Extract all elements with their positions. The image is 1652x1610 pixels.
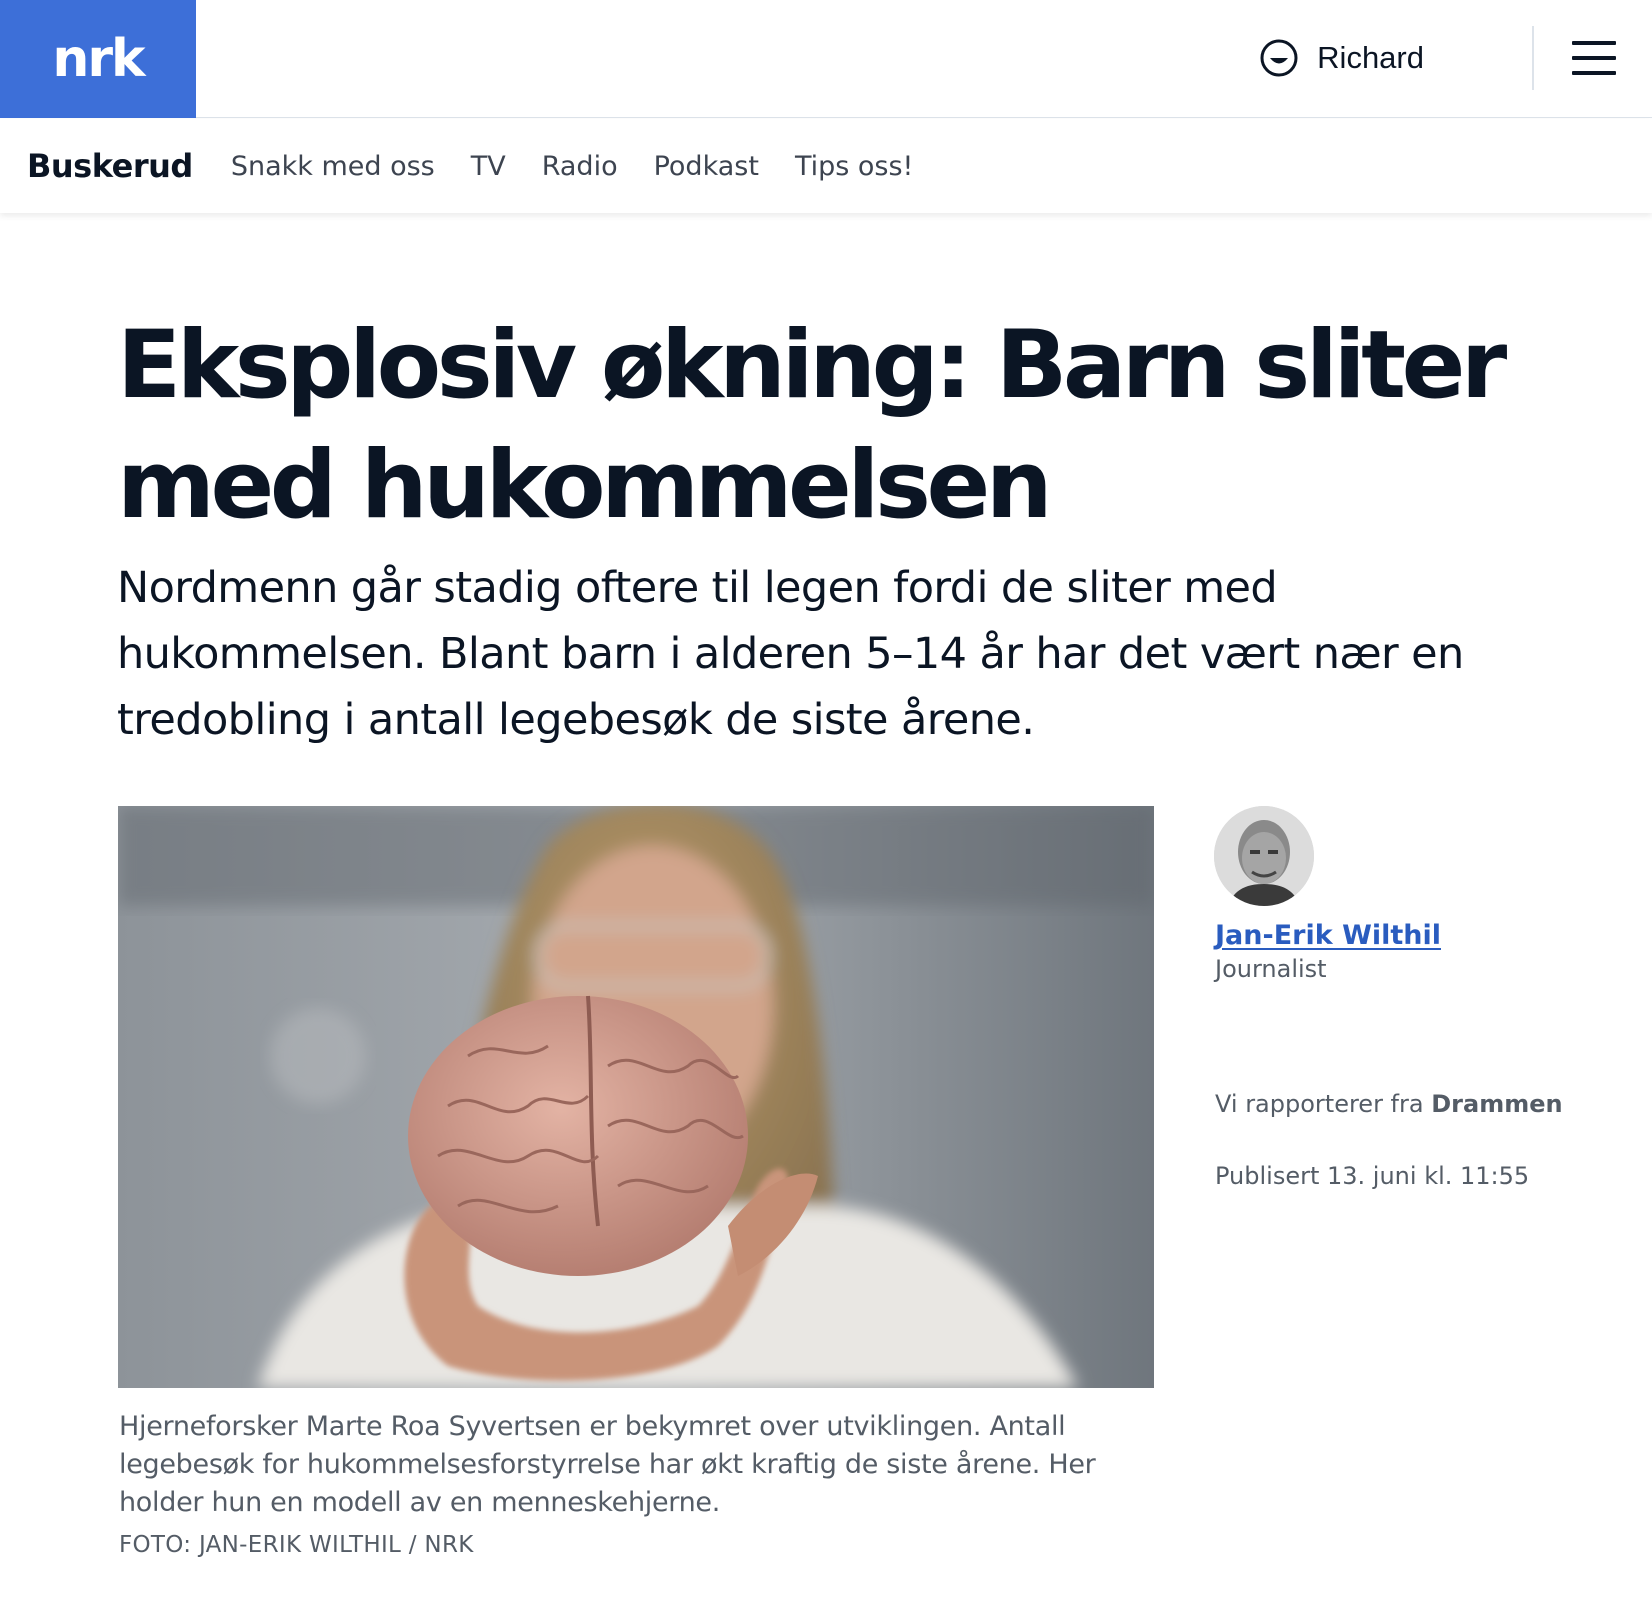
nav-link-tips-oss[interactable]: Tips oss! <box>795 151 913 182</box>
article-image[interactable] <box>118 806 1154 1388</box>
image-credit: FOTO: JAN-ERIK WILTHIL / NRK <box>119 1532 474 1558</box>
header-divider <box>1532 26 1534 90</box>
menu-line <box>1572 71 1616 75</box>
menu-line <box>1572 56 1616 60</box>
location-prefix: Vi rapporterer fra <box>1215 1090 1424 1118</box>
published-date: Publisert 13. juni kl. 11:55 <box>1215 1162 1530 1190</box>
region-nav: Buskerud Snakk med oss TV Radio Podkast … <box>0 119 1652 213</box>
author-name-link[interactable]: Jan-Erik Wilthil <box>1215 920 1441 951</box>
brain-model-photo <box>118 806 1154 1388</box>
author-role: Journalist <box>1215 955 1327 983</box>
nav-link-snakk-med-oss[interactable]: Snakk med oss <box>231 151 435 182</box>
nrk-logo[interactable]: nrk <box>0 0 196 118</box>
hamburger-menu-icon[interactable] <box>1572 38 1616 78</box>
nav-link-radio[interactable]: Radio <box>542 151 618 182</box>
region-link[interactable]: Buskerud <box>27 147 193 185</box>
user-face-icon <box>1260 39 1298 77</box>
author-portrait <box>1214 806 1314 906</box>
user-profile-button[interactable]: Richard <box>1259 34 1424 82</box>
image-caption: Hjerneforsker Marte Roa Syvertsen er bek… <box>119 1411 1096 1518</box>
logo-text: nrk <box>52 29 145 89</box>
report-location: Vi rapporterer fra Drammen <box>1215 1090 1563 1118</box>
brain-model <box>408 995 748 1276</box>
user-name: Richard <box>1317 40 1424 75</box>
nav-link-tv[interactable]: TV <box>471 151 506 182</box>
author-avatar[interactable] <box>1214 806 1314 906</box>
nav-link-podkast[interactable]: Podkast <box>654 151 759 182</box>
article-lead: Nordmenn går stadig oftere til legen for… <box>117 563 1464 745</box>
article-headline: Eksplosiv økning: Barn sliter med hukomm… <box>117 311 1507 540</box>
location-name: Drammen <box>1431 1090 1563 1118</box>
site-header: nrk Richard <box>0 0 1652 118</box>
menu-line <box>1572 41 1616 45</box>
